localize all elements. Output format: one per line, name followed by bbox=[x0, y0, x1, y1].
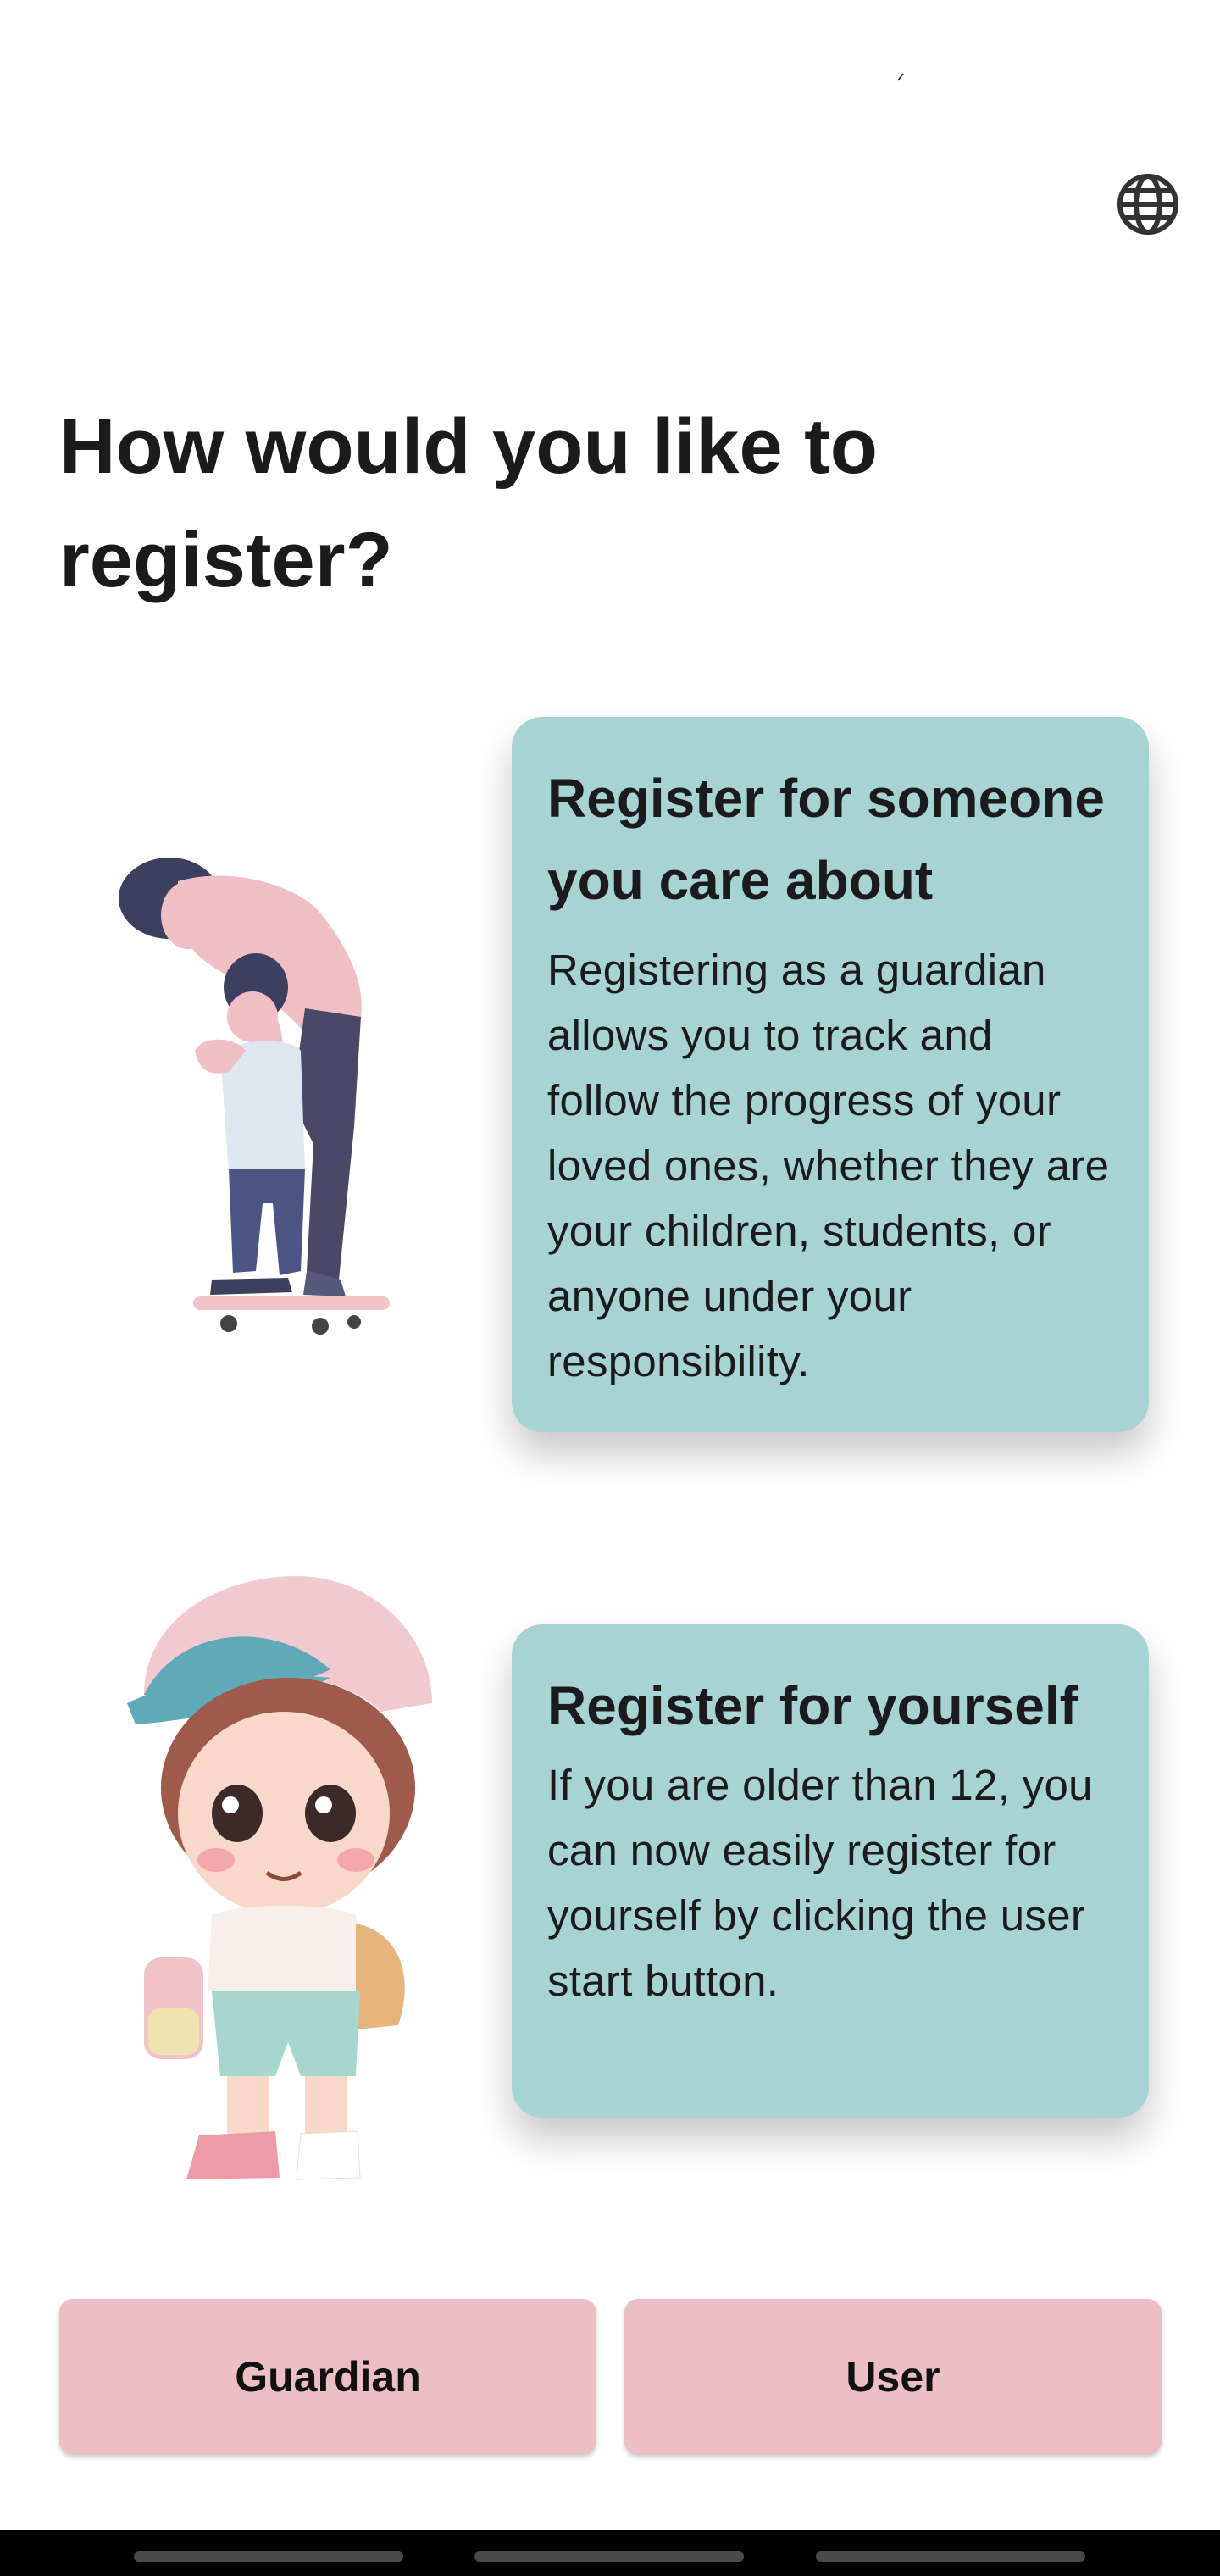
user-button[interactable]: User bbox=[624, 2299, 1162, 2455]
guardian-button[interactable]: Guardian bbox=[59, 2299, 596, 2455]
system-navigation-bar bbox=[0, 2530, 1220, 2576]
guardian-with-child-illustration bbox=[119, 858, 390, 1335]
nav-handle bbox=[816, 2551, 1085, 2562]
user-info-card: Register for yourself If you are older t… bbox=[512, 1624, 1149, 2118]
globe-icon[interactable] bbox=[1113, 169, 1183, 239]
card-body: If you are older than 12, you can now ea… bbox=[547, 1761, 1093, 2005]
card-body: Registering as a guardian allows you to … bbox=[547, 946, 1110, 1385]
child-character-illustration bbox=[127, 1576, 432, 2180]
nav-handle bbox=[134, 2551, 403, 2562]
card-heading: Register for someone you care about bbox=[547, 768, 1105, 911]
status-bar-mark bbox=[897, 73, 904, 81]
card-heading: Register for yourself bbox=[547, 1675, 1078, 1736]
nav-handle bbox=[474, 2551, 744, 2562]
guardian-info-card: Register for someone you care about Regi… bbox=[512, 717, 1149, 1432]
page-title: How would you like to register? bbox=[59, 403, 878, 603]
